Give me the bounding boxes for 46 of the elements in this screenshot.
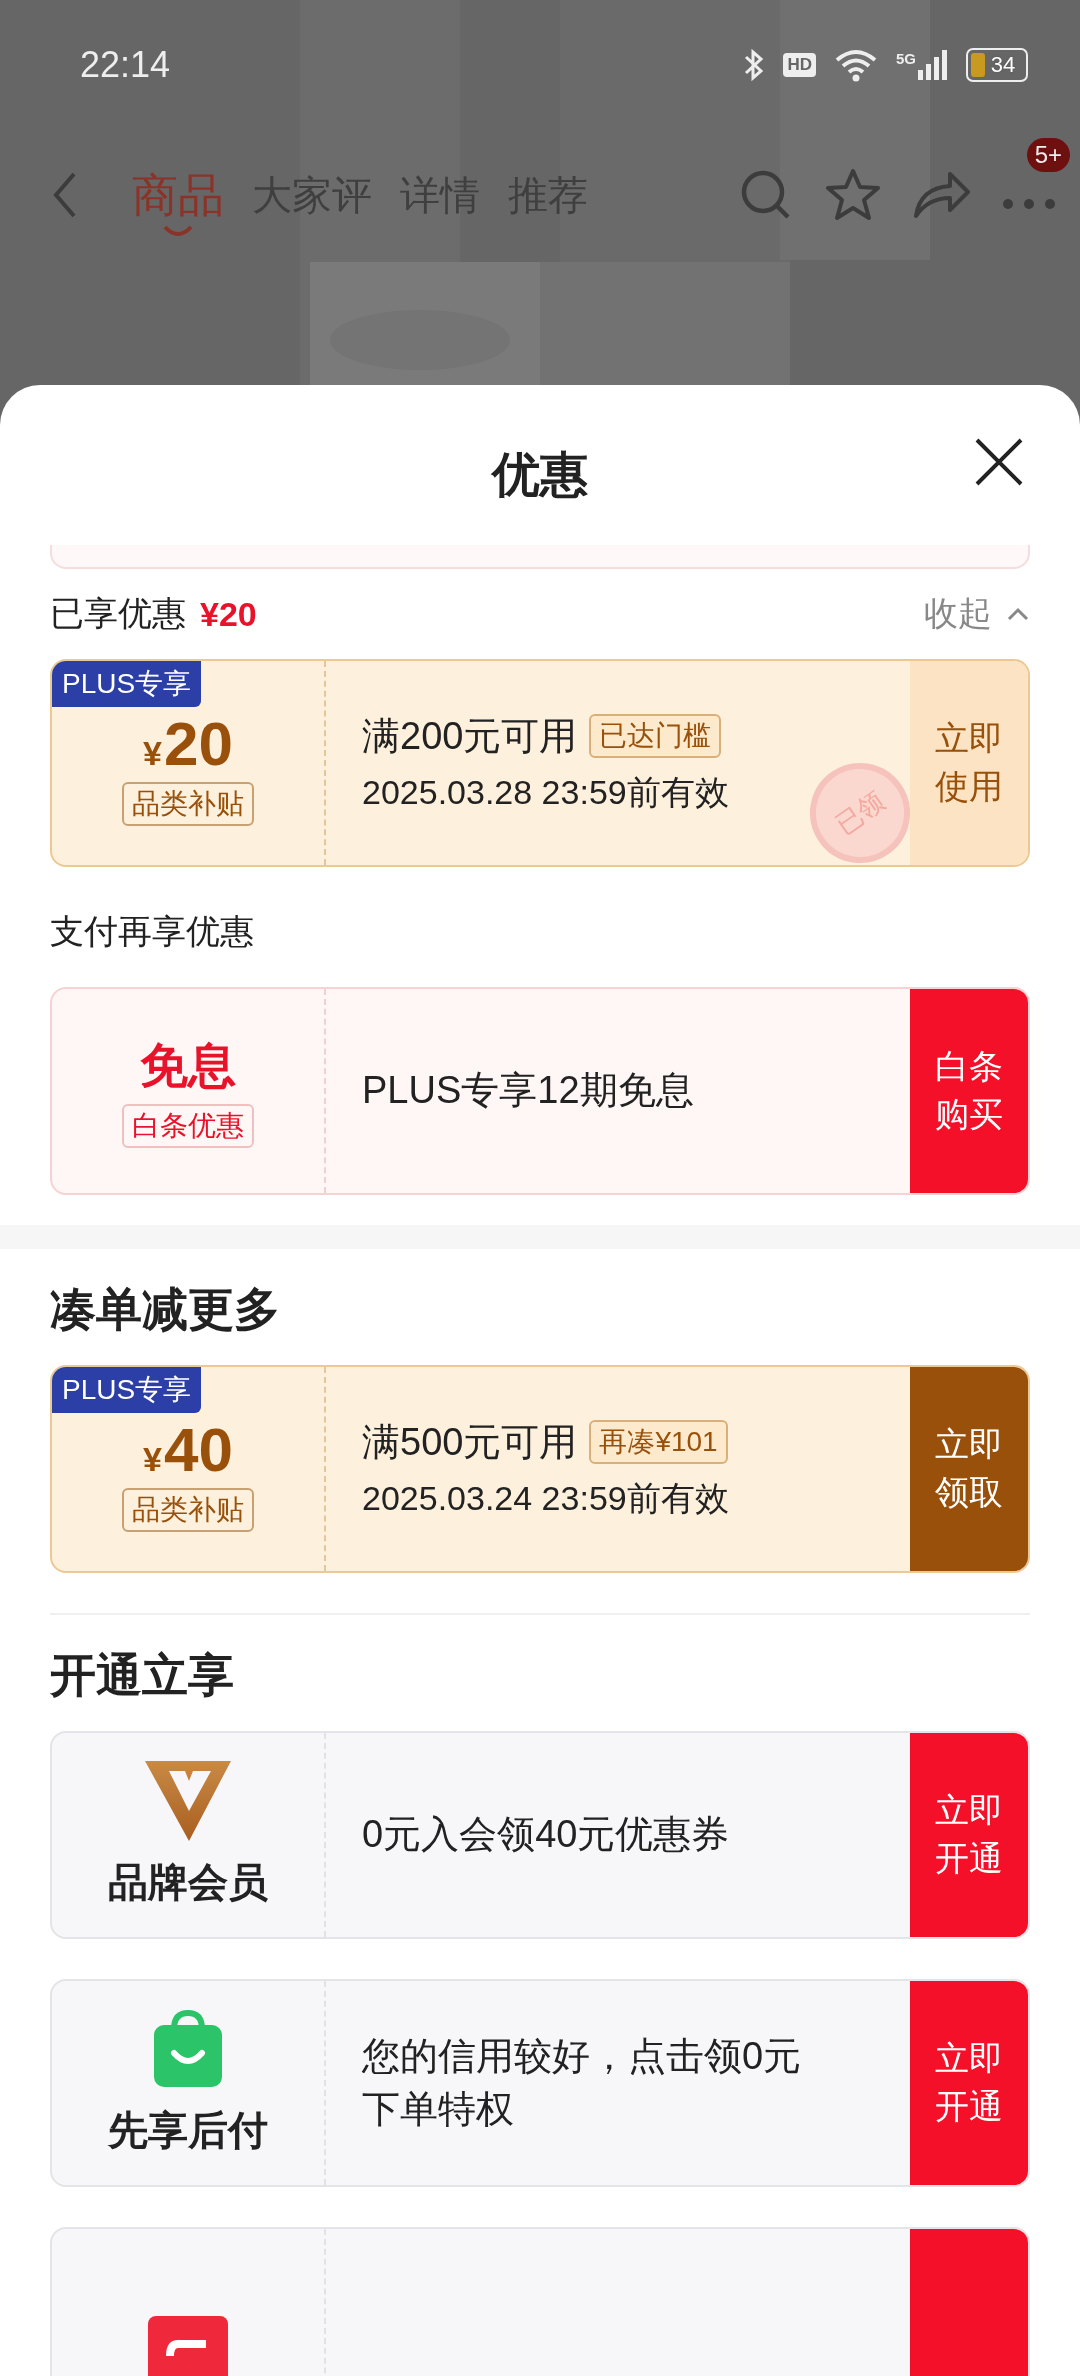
bluetooth-icon	[743, 47, 766, 83]
category-tag: 品类补贴	[122, 1488, 254, 1533]
share-icon[interactable]	[912, 170, 972, 220]
status-time: 22:14	[80, 44, 171, 86]
activate-button[interactable]: 立即开通	[910, 1733, 1028, 1937]
membership-name: 先享后付	[108, 2106, 268, 2154]
plus-tag: PLUS专享	[52, 1367, 202, 1413]
coupon-button[interactable]: 立即领取	[910, 1367, 1028, 1571]
membership-name: 品牌会员	[108, 1858, 268, 1906]
section-title: 开通立享	[50, 1648, 235, 1703]
activate-button[interactable]: 立即开通	[910, 1981, 1028, 2185]
coupon-button[interactable]: 立即使用	[910, 661, 1028, 865]
currency-sign: ¥	[143, 733, 162, 773]
star-icon[interactable]	[824, 167, 882, 223]
sheet-title: 优惠	[492, 447, 588, 503]
offer-text: PLUS专享12期免息	[362, 1068, 695, 1114]
plus-tag: PLUS专享	[52, 661, 202, 707]
offer-headline: 免息	[140, 1038, 236, 1094]
buy-button[interactable]: 白条购买	[910, 989, 1028, 1193]
v-logo-icon	[145, 1760, 231, 1841]
collapse-link[interactable]: 收起	[924, 591, 992, 637]
coupon-condition: 满200元可用	[362, 713, 578, 759]
battery-icon: 34	[966, 48, 1028, 82]
hd-icon: HD	[783, 53, 816, 77]
offer-tag: 白条优惠	[122, 1104, 254, 1148]
caret-icon[interactable]	[1006, 606, 1030, 622]
section-label: 已享优惠	[50, 593, 186, 634]
validity-text: 2025.03.28 23:59前有效	[362, 771, 729, 813]
category-tag: 品类补贴	[122, 782, 254, 827]
validity-text: 2025.03.24 23:59前有效	[362, 1477, 729, 1519]
coupon-amount: 20	[163, 709, 233, 779]
discount-amount: ¥20	[200, 594, 257, 634]
offer-text: 您的信用较好，点击领0元下单特权	[362, 2033, 803, 2132]
smile-icon	[162, 225, 194, 237]
section-label: 支付再享优惠	[50, 911, 255, 952]
shopping-bag-icon	[152, 2008, 224, 2089]
wifi-icon	[834, 48, 878, 82]
close-icon[interactable]	[974, 437, 1024, 487]
status-tag: 再凑¥101	[589, 1420, 728, 1464]
offer-text: 0元入会领40元优惠券	[362, 1812, 731, 1858]
more-icon[interactable]	[1002, 198, 1056, 210]
currency-sign: ¥	[143, 1439, 162, 1479]
status-tag: 已达门槛	[589, 714, 722, 758]
coupon-condition: 满500元可用	[362, 1419, 578, 1465]
section-title: 凑单减更多	[50, 1282, 281, 1337]
coupon-amount: 40	[163, 1415, 233, 1485]
